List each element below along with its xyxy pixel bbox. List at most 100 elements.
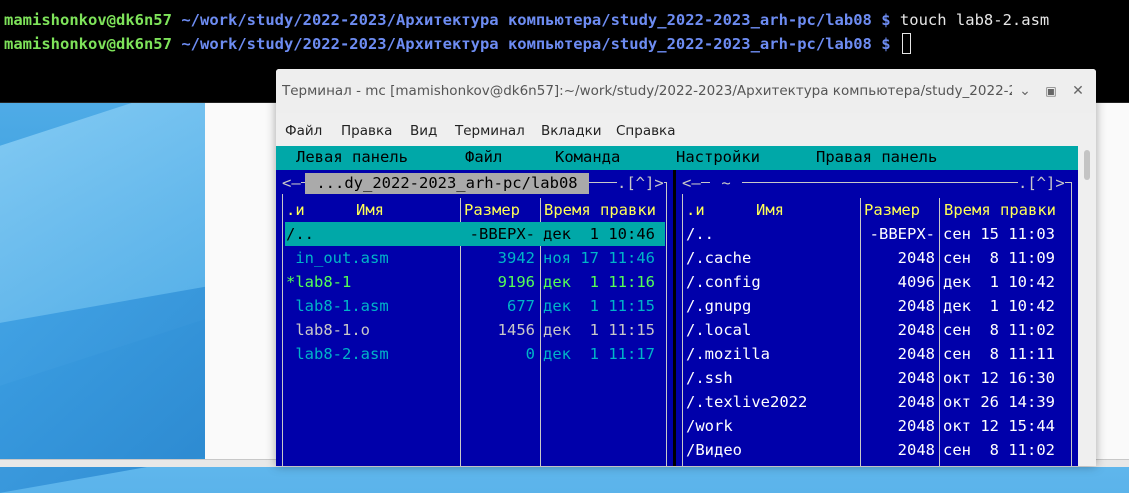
right-panel[interactable]: <– ~ .[^]> .и Имя Размер Время правки /.… — [676, 170, 1078, 466]
file-name: /.local — [686, 321, 752, 339]
file-size: 2048 — [897, 441, 935, 459]
menu-edit[interactable]: Правка — [341, 123, 392, 139]
file-name: /Видео — [686, 441, 742, 459]
file-row[interactable]: /.. -ВВЕРХ-дек 1 10:46 — [285, 222, 665, 246]
left-panel[interactable]: <– ...dy_2022-2023_arh-pc/lab08 .[^]> .и… — [276, 170, 673, 466]
file-time: сен 8 11:02 — [943, 441, 1055, 459]
file-row[interactable]: /.texlive2022 2048 окт 26 14:39 — [685, 390, 1070, 414]
panel-frame — [682, 182, 683, 466]
column-header-size[interactable]: Размер — [464, 198, 520, 222]
text-cursor — [901, 33, 911, 54]
window-menubar: Файл Правка Вид Терминал Вкладки Справка — [276, 121, 1096, 143]
mc-menu-command[interactable]: Команда — [555, 148, 620, 166]
file-time: сен 8 11:09 — [943, 249, 1055, 267]
file-size: 2048 — [897, 297, 935, 315]
file-name: /work — [686, 417, 733, 435]
file-row[interactable]: /.gnupg 2048 дек 1 10:42 — [685, 294, 1070, 318]
scrollbar[interactable] — [1078, 146, 1096, 466]
prompt-symbol: $ — [881, 11, 891, 29]
prompt-path: ~/work/study/2022-2023/Архитектура компь… — [181, 11, 872, 29]
mc-menu-settings[interactable]: Настройки — [676, 148, 760, 166]
panel-frame — [1071, 182, 1072, 466]
file-size: -ВВЕРХ- — [869, 225, 935, 243]
column-header-name[interactable]: Имя — [356, 198, 384, 222]
file-row[interactable]: /Видео 2048 сен 8 11:02 — [685, 438, 1070, 462]
file-row[interactable]: /.. -ВВЕРХ-сен 15 11:03 — [685, 222, 1070, 246]
sort-indicator[interactable]: .и — [686, 198, 705, 222]
file-size: 677 — [507, 297, 535, 315]
menu-terminal[interactable]: Терминал — [455, 123, 525, 139]
panel-arrow[interactable]: <– — [682, 173, 701, 194]
file-size: 2048 — [897, 321, 935, 339]
file-time: окт 26 14:39 — [943, 393, 1055, 411]
file-name: /.gnupg — [686, 297, 752, 315]
prompt-user: mamishonkov@dk6n57 — [4, 11, 172, 29]
file-name: *lab8-1 — [286, 273, 352, 291]
column-header-name[interactable]: Имя — [756, 198, 784, 222]
file-name: /.. — [286, 225, 314, 243]
file-row[interactable]: in_out.asm 3942 ноя 17 11:46 — [285, 246, 665, 270]
close-button[interactable]: ✕ — [1068, 81, 1088, 101]
window-titlebar[interactable]: Терминал - mc [mamishonkov@dk6n57]:~/wor… — [276, 69, 1096, 113]
file-size: 1456 — [497, 321, 535, 339]
maximize-button[interactable]: ▣ — [1041, 81, 1061, 101]
file-size: -ВВЕРХ- — [469, 225, 535, 243]
file-time: сен 8 11:02 — [943, 321, 1055, 339]
mc-menu-left-panel[interactable]: Левая панель — [296, 148, 408, 166]
file-time: сен 8 11:11 — [943, 345, 1055, 363]
file-row[interactable]: /.local 2048 сен 8 11:02 — [685, 318, 1070, 342]
file-size: 2048 — [897, 369, 935, 387]
panel-controls[interactable]: .[^]> — [1018, 173, 1065, 194]
column-headers: .и Имя Размер Время правки — [686, 198, 1071, 222]
terminal-window[interactable]: Терминал - mc [mamishonkov@dk6n57]:~/wor… — [276, 69, 1096, 466]
sort-indicator[interactable]: .и — [286, 198, 305, 222]
file-time: окт 12 15:44 — [943, 417, 1055, 435]
file-row[interactable]: /.cache 2048 сен 8 11:09 — [685, 246, 1070, 270]
file-name: in_out.asm — [286, 249, 389, 267]
column-header-time[interactable]: Время правки — [544, 198, 656, 222]
file-time: дек 1 11:16 — [543, 273, 655, 291]
file-time: дек 1 11:15 — [543, 297, 655, 315]
file-row[interactable]: /.config 4096 дек 1 10:42 — [685, 270, 1070, 294]
column-header-size[interactable]: Размер — [864, 198, 920, 222]
mc-screen[interactable]: Левая панель Файл Команда Настройки Прав… — [276, 146, 1078, 466]
file-row[interactable]: lab8-1.o 1456 дек 1 11:15 — [285, 318, 665, 342]
prompt-symbol: $ — [881, 35, 891, 53]
file-name: /.texlive2022 — [686, 393, 808, 411]
file-size: 9196 — [497, 273, 535, 291]
command-text: touch lab8-2.asm — [899, 11, 1050, 29]
panel-path[interactable]: ~ — [710, 173, 742, 194]
file-row[interactable]: /.mozilla 2048 сен 8 11:11 — [685, 342, 1070, 366]
file-name: lab8-1.asm — [286, 297, 389, 315]
file-row[interactable]: /.ssh 2048 окт 12 16:30 — [685, 366, 1070, 390]
panel-path[interactable]: ...dy_2022-2023_arh-pc/lab08 — [305, 173, 589, 194]
mc-menubar: Левая панель Файл Команда Настройки Прав… — [276, 146, 1078, 170]
window-title: Терминал - mc [mamishonkov@dk6n57]:~/wor… — [282, 83, 1012, 99]
menu-tabs[interactable]: Вкладки — [541, 123, 602, 139]
file-size: 2048 — [897, 417, 935, 435]
column-header-time[interactable]: Время правки — [944, 198, 1056, 222]
file-name: /.config — [686, 273, 761, 291]
file-name: /.mozilla — [686, 345, 770, 363]
file-row[interactable]: /work 2048 окт 12 15:44 — [685, 414, 1070, 438]
file-size: 2048 — [897, 249, 935, 267]
prompt-path: ~/work/study/2022-2023/Архитектура компь… — [181, 35, 872, 53]
file-time: дек 1 10:42 — [943, 273, 1055, 291]
scrollbar-thumb[interactable] — [1084, 150, 1090, 180]
mc-menu-right-panel[interactable]: Правая панель — [816, 148, 937, 166]
menu-file[interactable]: Файл — [285, 123, 322, 139]
file-name: lab8-2.asm — [286, 345, 389, 363]
file-time: ноя 17 11:46 — [543, 249, 655, 267]
file-time: дек 1 11:15 — [543, 321, 655, 339]
minimize-button[interactable]: ⌄ — [1015, 81, 1035, 101]
panel-arrow[interactable]: <– — [282, 173, 301, 194]
menu-view[interactable]: Вид — [410, 123, 437, 139]
file-row[interactable]: lab8-1.asm 677 дек 1 11:15 — [285, 294, 665, 318]
menu-help[interactable]: Справка — [616, 123, 675, 139]
panel-controls[interactable]: .[^]> — [617, 173, 664, 194]
file-row[interactable]: lab8-2.asm 0 дек 1 11:17 — [285, 342, 665, 366]
file-time: дек 1 11:17 — [543, 345, 655, 363]
file-size: 2048 — [897, 393, 935, 411]
mc-menu-file[interactable]: Файл — [465, 148, 502, 166]
file-row[interactable]: *lab8-1 9196 дек 1 11:16 — [285, 270, 665, 294]
